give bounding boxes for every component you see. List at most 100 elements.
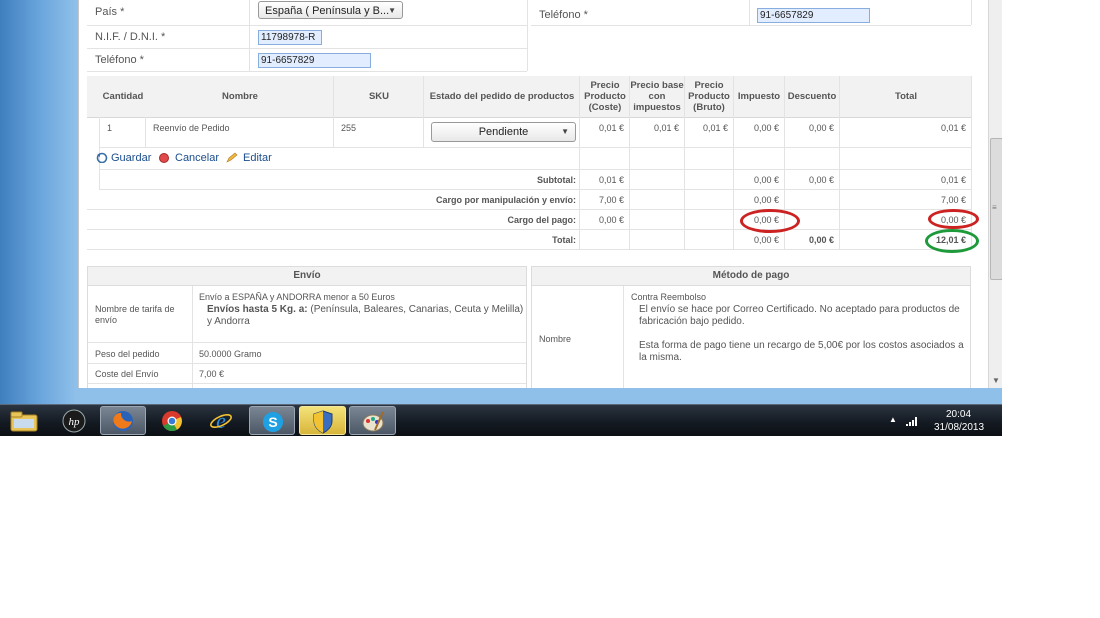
divider xyxy=(623,286,624,388)
estado-select-value: Pendiente xyxy=(478,126,529,138)
col-cantidad: Cantidad xyxy=(102,91,144,102)
pago-nombre-label: Nombre xyxy=(539,334,572,344)
firefox-icon xyxy=(113,411,133,431)
divider xyxy=(87,25,527,26)
editar-button[interactable]: Editar xyxy=(243,152,272,164)
taskbar-chrome[interactable] xyxy=(150,406,194,435)
green-highlight-ellipse xyxy=(925,229,979,253)
taskbar-hp[interactable]: hp xyxy=(52,406,96,435)
subtotal-coste: 0,01 € xyxy=(598,175,624,185)
tarifa-label: Nombre de tarifa de envío xyxy=(95,304,175,325)
skype-icon: S xyxy=(263,412,283,432)
pago-box: Método de pago Nombre Contra Reembolso E… xyxy=(531,266,971,388)
taskbar-security[interactable] xyxy=(299,406,346,435)
pago-method: Contra Reembolso xyxy=(631,292,707,302)
subtotal-total: 0,01 € xyxy=(940,175,966,185)
shield-icon xyxy=(313,410,333,434)
taskbar-explorer[interactable] xyxy=(2,406,46,435)
divider xyxy=(971,0,972,25)
internet-explorer-icon: e xyxy=(210,409,232,433)
chrome-icon xyxy=(162,411,182,432)
divider xyxy=(684,76,685,250)
divider xyxy=(88,383,526,384)
telefono-shipping-label: Teléfono * xyxy=(539,9,588,21)
svg-text:hp: hp xyxy=(69,416,81,428)
pais-select[interactable]: España ( Península y B... ▼ xyxy=(258,1,403,19)
tarifa-detail-bold: Envíos hasta 5 Kg. a: xyxy=(207,304,308,315)
scroll-down-icon[interactable]: ▼ xyxy=(992,376,1000,385)
peso-value: 50.0000 Gramo xyxy=(199,349,262,359)
peso-label: Peso del pedido xyxy=(95,349,160,359)
page-scrollbar[interactable]: ≡ ▼ xyxy=(988,0,1002,388)
col-nombre: Nombre xyxy=(222,91,258,102)
screen: País * España ( Península y B... ▼ N.I.F… xyxy=(0,0,1002,436)
col-precio-bruto: Precio Producto (Bruto) xyxy=(688,80,730,113)
chevron-down-icon: ▼ xyxy=(388,6,396,15)
estado-select[interactable]: Pendiente ▼ xyxy=(431,122,576,142)
tarifa-detail: Envíos hasta 5 Kg. a: (Península, Balear… xyxy=(207,304,525,328)
nif-input[interactable]: 11798978-R xyxy=(258,30,322,45)
row-bruto: 0,01 € xyxy=(702,123,728,133)
divider xyxy=(87,249,971,250)
cancelar-button[interactable]: Cancelar xyxy=(175,152,219,164)
telefono-shipping-input[interactable]: 91-6657829 xyxy=(757,8,870,23)
divider xyxy=(579,76,580,147)
subtotal-impuesto: 0,00 € xyxy=(753,175,779,185)
col-estado: Estado del pedido de productos xyxy=(429,91,575,102)
taskbar-firefox[interactable] xyxy=(100,406,146,435)
taskbar-skype[interactable]: S xyxy=(249,406,295,435)
divider xyxy=(88,363,526,364)
pencil-icon xyxy=(226,152,238,163)
folder-icon xyxy=(10,411,38,432)
row-impuesto: 0,00 € xyxy=(753,123,779,133)
divider xyxy=(87,48,527,49)
col-impuesto: Impuesto xyxy=(737,91,781,102)
network-signal-icon[interactable] xyxy=(906,416,918,426)
divider xyxy=(579,147,580,250)
row-coste: 0,01 € xyxy=(598,123,624,133)
clock-time[interactable]: 20:04 xyxy=(946,409,971,420)
divider xyxy=(249,0,250,71)
col-precio-coste: Precio Producto (Coste) xyxy=(584,80,626,113)
paint-palette-icon xyxy=(362,411,384,432)
taskbar-ie[interactable]: e xyxy=(199,406,243,435)
manipulacion-label: Cargo por manipulación y envío: xyxy=(435,195,576,205)
show-hidden-icons-icon[interactable]: ▲ xyxy=(889,415,897,424)
divider xyxy=(99,169,971,170)
row-nombre: Reenvío de Pedido xyxy=(153,123,230,133)
divider xyxy=(839,76,840,250)
svg-text:S: S xyxy=(268,414,277,430)
subtotal-label: Subtotal: xyxy=(537,175,576,185)
cargo-pago-label: Cargo del pago: xyxy=(507,215,576,225)
chevron-down-icon: ▼ xyxy=(561,127,569,136)
total-label: Total: xyxy=(552,235,576,245)
guardar-button[interactable]: Guardar xyxy=(111,152,151,164)
clock-date[interactable]: 31/08/2013 xyxy=(934,422,984,433)
coste-envio-value: 7,00 € xyxy=(199,369,225,379)
row-base: 0,01 € xyxy=(653,123,679,133)
tarifa-value: Envío a ESPAÑA y ANDORRA menor a 50 Euro… xyxy=(199,292,395,302)
manipulacion-impuesto: 0,00 € xyxy=(753,195,779,205)
pais-select-value: España ( Península y B... xyxy=(265,5,390,17)
grip-icon: ≡ xyxy=(992,203,997,212)
divider xyxy=(99,147,971,148)
divider xyxy=(333,76,334,147)
col-descuento: Descuento xyxy=(787,91,837,102)
divider xyxy=(87,229,971,230)
divider xyxy=(531,25,971,26)
row-sku: 255 xyxy=(341,123,357,133)
manipulacion-total: 7,00 € xyxy=(940,195,966,205)
col-total: Total xyxy=(895,91,917,102)
telefono-input[interactable]: 91-6657829 xyxy=(258,53,371,68)
divider xyxy=(88,342,526,343)
divider xyxy=(145,117,146,147)
svg-text:e: e xyxy=(216,409,226,433)
taskbar-paint[interactable] xyxy=(349,406,396,435)
hp-logo-icon: hp xyxy=(62,409,86,433)
divider xyxy=(423,76,424,147)
nif-label: N.I.F. / D.N.I. * xyxy=(95,31,166,43)
divider xyxy=(99,189,971,190)
col-sku: SKU xyxy=(368,91,390,102)
subtotal-descuento: 0,00 € xyxy=(808,175,834,185)
red-highlight-ellipse xyxy=(928,209,979,229)
